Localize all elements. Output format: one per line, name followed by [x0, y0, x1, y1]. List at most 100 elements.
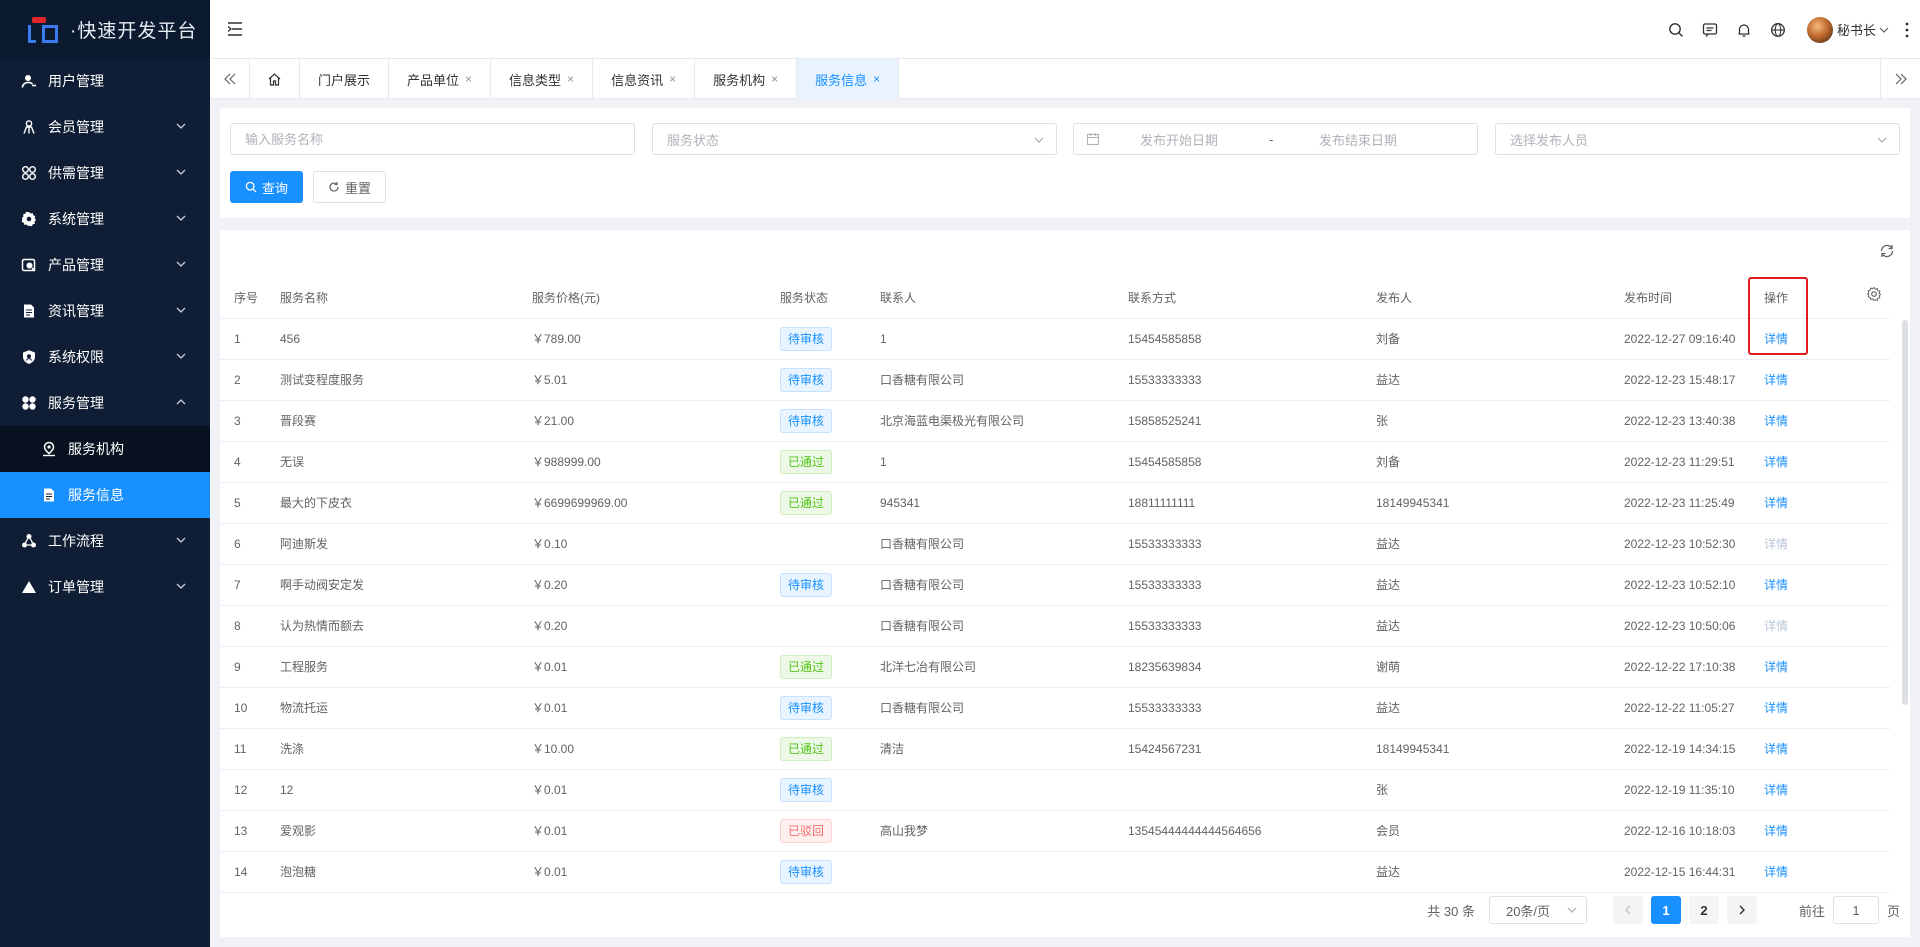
status-badge: 待审核 — [780, 695, 833, 720]
end-date-input[interactable]: 发布结束日期 — [1319, 130, 1397, 149]
shield-icon — [20, 348, 38, 366]
status-badge: 待审核 — [780, 367, 833, 392]
detail-link[interactable]: 详情 — [1764, 578, 1788, 592]
detail-link[interactable]: 详情 — [1764, 414, 1788, 428]
tab-label: 门户展示 — [318, 72, 371, 88]
service-status-select[interactable]: 服务状态 — [652, 123, 1057, 155]
cell-contact: 北京海蓝电渠极光有限公司 — [866, 400, 1114, 442]
reset-button[interactable]: 重置 — [313, 171, 386, 203]
sidebar-item-9[interactable]: 工作流程 — [0, 518, 210, 564]
more-icon[interactable] — [1900, 21, 1914, 39]
sidebar-item-1[interactable]: 用户管理 — [0, 58, 210, 104]
detail-link[interactable]: 详情 — [1764, 660, 1788, 674]
sidebar-item-8[interactable]: 服务管理 — [0, 380, 210, 426]
sidebar-subitem-2[interactable]: 服务信息 — [0, 472, 210, 518]
next-page-button[interactable] — [1726, 896, 1757, 924]
sidebar-item-2[interactable]: 会员管理 — [0, 104, 210, 150]
cell-price: ￥0.20 — [518, 605, 766, 647]
detail-link[interactable]: 详情 — [1764, 537, 1788, 551]
chevron-left-icon — [1624, 905, 1631, 915]
close-icon[interactable]: × — [465, 72, 472, 86]
tabs-scroll-left-button[interactable] — [210, 59, 250, 99]
table-row: 5 最大的下皮衣 ￥6699699969.00 已通过 945341 1881111111… — [220, 482, 1890, 524]
cell-contact — [866, 769, 1114, 811]
page-size-select[interactable]: 20条/页 — [1488, 896, 1587, 924]
close-icon[interactable]: × — [567, 72, 574, 86]
cell-time: 2022-12-22 11:05:27 — [1610, 687, 1750, 729]
tab-1[interactable]: 门户展示 — [300, 59, 390, 99]
tab-6[interactable]: 服务信息 × — [797, 59, 900, 99]
close-icon[interactable]: × — [669, 72, 676, 86]
cell-action: 详情 — [1750, 769, 1890, 811]
cell-idx: 14 — [220, 851, 266, 893]
table-row: 10 物流托运 ￥0.01 待审核 口香糖有限公司 15533333333 益达 2022-1… — [220, 687, 1890, 729]
tab-home[interactable] — [250, 59, 300, 99]
tab-2[interactable]: 产品单位 × — [389, 59, 492, 99]
detail-link[interactable]: 详情 — [1764, 496, 1788, 510]
publisher-placeholder: 选择发布人员 — [1510, 132, 1589, 148]
search-icon[interactable] — [1667, 21, 1685, 39]
cell-contact: 口香糖有限公司 — [866, 605, 1114, 647]
detail-link[interactable]: 详情 — [1764, 865, 1788, 879]
cell-action: 详情 — [1750, 318, 1890, 360]
tab-4[interactable]: 信息资讯 × — [593, 59, 696, 99]
detail-link[interactable]: 详情 — [1764, 373, 1788, 387]
close-icon[interactable]: × — [771, 72, 778, 86]
sidebar-subitem-1[interactable]: 服务机构 — [0, 426, 210, 472]
sidebar-item-10[interactable]: 订单管理 — [0, 564, 210, 610]
cell-publisher: 益达 — [1362, 359, 1610, 401]
sidebar-item-6[interactable]: 资讯管理 — [0, 288, 210, 334]
cell-price: ￥0.01 — [518, 769, 766, 811]
detail-link[interactable]: 详情 — [1764, 824, 1788, 838]
cell-action: 详情 — [1750, 851, 1890, 893]
sidebar-item-3[interactable]: 供需管理 — [0, 150, 210, 196]
tabs-scroll-right-button[interactable] — [1880, 59, 1920, 99]
service-name-field[interactable] — [230, 123, 635, 155]
close-icon[interactable]: × — [873, 72, 880, 86]
detail-link[interactable]: 详情 — [1764, 455, 1788, 469]
tab-5[interactable]: 服务机构 × — [695, 59, 798, 99]
publisher-select[interactable]: 选择发布人员 — [1495, 123, 1900, 155]
table-row: 11 洗涤 ￥10.00 已通过 清洁 15424567231 18149945341 202… — [220, 728, 1890, 770]
logo[interactable]: ·快速开发平台 — [0, 0, 210, 58]
detail-link[interactable]: 详情 — [1764, 332, 1788, 346]
detail-link[interactable]: 详情 — [1764, 701, 1788, 715]
goto-page: 前往 1 页 — [1799, 896, 1900, 924]
query-button[interactable]: 查询 — [230, 171, 303, 203]
table-row: 3 晋段赛 ￥21.00 待审核 北京海蓝电渠极光有限公司 15858525241 张 202… — [220, 400, 1890, 442]
date-range-picker[interactable]: 发布开始日期 - 发布结束日期 — [1073, 123, 1478, 155]
tab-3[interactable]: 信息类型 × — [491, 59, 594, 99]
cell-name: 无误 — [266, 441, 518, 483]
cell-status: 待审核 — [766, 687, 866, 729]
service-name-input[interactable] — [231, 131, 634, 147]
page-button[interactable]: 1 — [1650, 896, 1681, 924]
detail-link[interactable]: 详情 — [1764, 783, 1788, 797]
start-date-input[interactable]: 发布开始日期 — [1140, 130, 1218, 149]
detail-link[interactable]: 详情 — [1764, 619, 1788, 633]
user-name[interactable]: 秘书长 — [1837, 20, 1876, 39]
bell-icon[interactable] — [1735, 21, 1753, 39]
cell-publisher: 18149945341 — [1362, 482, 1610, 524]
table-row: 12 12 ￥0.01 待审核张 2022-12-19 11:35:10 详情 — [220, 769, 1890, 811]
page-button[interactable]: 2 — [1688, 896, 1719, 924]
chevron-down-icon — [1877, 137, 1887, 143]
sidebar-item-4[interactable]: 系统管理 — [0, 196, 210, 242]
prev-page-button[interactable] — [1612, 896, 1643, 924]
cell-publisher: 18149945341 — [1362, 728, 1610, 770]
sidebar-item-7[interactable]: 系统权限 — [0, 334, 210, 380]
document-icon — [20, 302, 38, 320]
chevron-right-icon — [1739, 905, 1745, 915]
globe-icon[interactable] — [1769, 21, 1787, 39]
goto-page-input[interactable]: 1 — [1832, 896, 1879, 924]
cell-name: 最大的下皮衣 — [266, 482, 518, 524]
chevron-down-icon[interactable] — [1878, 24, 1890, 36]
avatar[interactable] — [1806, 16, 1833, 43]
table-scrollbar[interactable] — [1902, 320, 1908, 705]
refresh-icon[interactable] — [1878, 242, 1896, 260]
sidebar-item-label: 供需管理 — [48, 165, 104, 181]
table-row: 1 456 ￥789.00 待审核 1 15454585858 刘备 2022-12-27 0… — [220, 318, 1890, 360]
detail-link[interactable]: 详情 — [1764, 742, 1788, 756]
menu-toggle-icon[interactable] — [226, 20, 244, 38]
sidebar-item-5[interactable]: 产品管理 — [0, 242, 210, 288]
message-icon[interactable] — [1701, 21, 1719, 39]
